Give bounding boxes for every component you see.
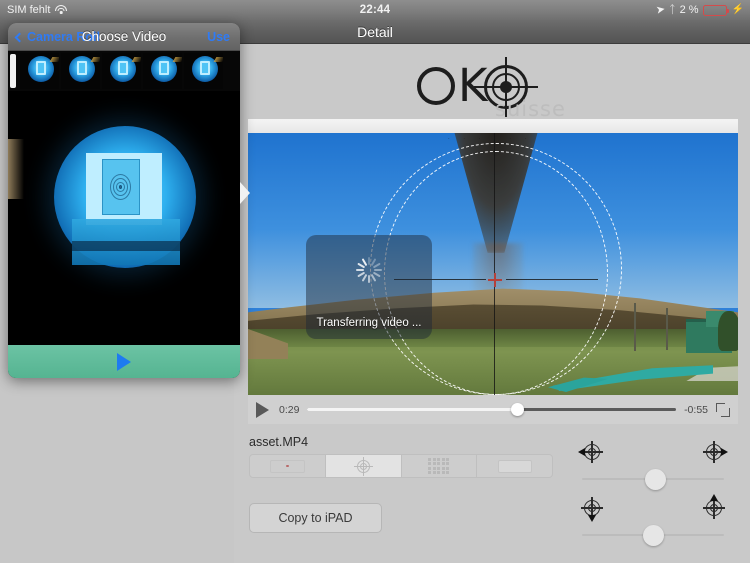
crosshair-down-icon[interactable] bbox=[580, 496, 604, 522]
scrubber-fill bbox=[307, 408, 518, 411]
filmstrip-thumb-5[interactable] bbox=[184, 53, 223, 89]
brand-logo: K suisse bbox=[234, 57, 750, 121]
filmstrip[interactable] bbox=[8, 51, 240, 91]
filmstrip-thumb-2[interactable] bbox=[61, 53, 100, 89]
battery-low-icon bbox=[702, 4, 729, 16]
slider-knob[interactable] bbox=[645, 468, 667, 490]
blank-rect-icon bbox=[497, 459, 532, 473]
preview-target-rings bbox=[110, 167, 132, 207]
reticle-segmented-control[interactable] bbox=[249, 454, 553, 478]
logo-subtitle: suisse bbox=[495, 97, 566, 121]
video-pole-1 bbox=[634, 303, 636, 351]
logo-letter-o-icon bbox=[417, 67, 455, 105]
copy-to-ipad-button[interactable]: Copy to iPAD bbox=[249, 503, 382, 533]
battery-percent-label: 2 % bbox=[679, 4, 699, 16]
crosshair-left-icon[interactable] bbox=[578, 440, 604, 464]
scrubber-knob[interactable] bbox=[511, 403, 525, 416]
video-surface[interactable]: . . . . . . Transferring video ... bbox=[248, 133, 738, 395]
popover-pointer-arrow bbox=[240, 182, 250, 204]
player-controls: 0:29 -0:55 bbox=[248, 395, 738, 424]
bluetooth-icon: ᛏ bbox=[668, 4, 676, 16]
dot-reticle-option[interactable] bbox=[250, 455, 326, 477]
crosshair-up-icon[interactable] bbox=[702, 494, 726, 520]
player-top-bar bbox=[248, 119, 738, 133]
status-bar: SIM fehlt 22:44 ➤ ᛏ 2 % ⚡ bbox=[0, 0, 750, 20]
popover-footer bbox=[8, 345, 240, 378]
preview-dark-band bbox=[72, 241, 180, 251]
asset-name-label: asset.MP4 bbox=[249, 435, 309, 449]
choose-video-popover: Camera Roll Choose Video Use bbox=[8, 23, 240, 378]
crosshair-reticle-option[interactable] bbox=[325, 455, 402, 477]
app-root: SIM fehlt 22:44 ➤ ᛏ 2 % ⚡ Detail K suiss… bbox=[0, 0, 750, 563]
red-dot-icon bbox=[269, 459, 305, 473]
crosshair-icon bbox=[353, 456, 373, 476]
reticle-adjust-pad bbox=[578, 440, 728, 548]
video-preview[interactable] bbox=[8, 91, 240, 364]
filmstrip-thumb-3[interactable] bbox=[102, 53, 141, 89]
grid-reticle-option[interactable] bbox=[402, 455, 478, 477]
play-icon[interactable] bbox=[256, 401, 269, 418]
popover-navigation-bar: Camera Roll Choose Video Use bbox=[8, 23, 240, 51]
fullscreen-expand-icon[interactable] bbox=[716, 402, 730, 417]
video-bush bbox=[718, 311, 738, 351]
horizontal-adjust-slider[interactable] bbox=[580, 468, 726, 490]
slider-knob[interactable] bbox=[642, 524, 664, 546]
filmstrip-selection-handle[interactable] bbox=[10, 54, 16, 88]
video-player[interactable]: . . . . . . Transferring video ... 0:29 … bbox=[248, 119, 738, 424]
filmstrip-thumb-4[interactable] bbox=[143, 53, 182, 89]
transfer-progress-overlay: Transferring video ... bbox=[306, 235, 432, 339]
charging-bolt-icon: ⚡ bbox=[731, 4, 744, 15]
crosshair-right-icon[interactable] bbox=[702, 440, 728, 464]
status-bar-clock: 22:44 bbox=[359, 4, 391, 16]
remaining-time-label: -0:55 bbox=[684, 403, 708, 416]
preview-light-leak bbox=[8, 139, 24, 199]
play-icon[interactable] bbox=[117, 352, 131, 371]
video-pole-2 bbox=[666, 308, 668, 350]
status-bar-right: ➤ ᛏ 2 % ⚡ bbox=[654, 0, 744, 20]
grid-icon bbox=[428, 457, 450, 475]
use-button[interactable]: Use bbox=[207, 23, 230, 51]
elapsed-time-label: 0:29 bbox=[279, 403, 300, 416]
vertical-adjust-slider[interactable] bbox=[580, 524, 726, 546]
filmstrip-thumb-1[interactable] bbox=[20, 53, 59, 89]
popover-title: Choose Video bbox=[81, 29, 167, 44]
scrubber[interactable] bbox=[307, 402, 677, 418]
activity-spinner-icon bbox=[356, 257, 382, 283]
blank-reticle-option[interactable] bbox=[477, 455, 552, 477]
location-arrow-icon: ➤ bbox=[654, 3, 666, 17]
transfer-status-label: Transferring video ... bbox=[316, 317, 422, 329]
